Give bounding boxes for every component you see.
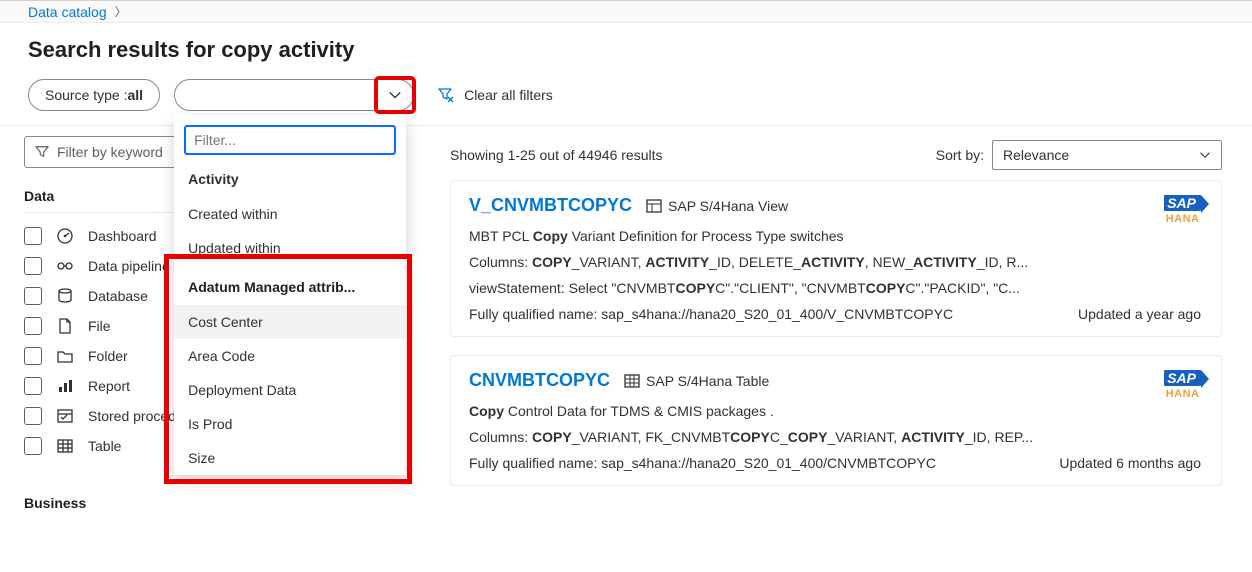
checkbox[interactable] [24,317,42,335]
sort-label: Sort by: [936,147,984,163]
result-card[interactable]: SAP HANA V_CNVMBTCOPYC SAP S/4Hana View … [450,180,1222,337]
table-icon [56,437,74,455]
source-type-value: all [128,87,144,103]
source-type-label: Source type : [45,87,128,103]
result-updated: Updated a year ago [1078,306,1201,322]
database-icon [56,287,74,305]
page-title: Search results for copy activity [0,23,1252,77]
result-kind: SAP S/4Hana Table [624,373,769,389]
view-icon [646,198,662,214]
sap-sub-label: HANA [1164,214,1201,225]
breadcrumb-root[interactable]: Data catalog [28,4,107,20]
checkbox[interactable] [24,437,42,455]
clear-filters-label: Clear all filters [464,87,553,103]
dropdown-item-size[interactable]: Size [174,441,406,475]
sap-sub-label: HANA [1164,389,1201,400]
checkbox[interactable] [24,257,42,275]
pipeline-icon [56,257,74,275]
table-icon [624,373,640,389]
checkbox[interactable] [24,227,42,245]
checkbox[interactable] [24,377,42,395]
dropdown-filter-input-wrap [184,125,396,155]
clear-all-filters[interactable]: Clear all filters [438,87,553,103]
result-description: MBT PCL Copy Variant Definition for Proc… [469,228,1203,244]
sap-badge: SAP HANA [1164,195,1201,225]
facet-label: Data pipeline [88,258,170,274]
result-columns: Columns: COPY_VARIANT, FK_CNVMBTCOPYC_CO… [469,429,1203,445]
result-title-link[interactable]: V_CNVMBTCOPYC [469,195,632,216]
checkbox[interactable] [24,347,42,365]
dropdown-item-area-code[interactable]: Area Code [174,339,406,373]
dropdown-item-is-prod[interactable]: Is Prod [174,407,406,441]
facet-business-header: Business [24,489,204,519]
report-icon [56,377,74,395]
filter-icon [35,145,49,159]
facet-label: Report [88,378,130,394]
breadcrumb: Data catalog 〉 [0,3,1252,20]
dropdown-filter-input[interactable] [194,132,386,148]
chevron-down-icon [1199,149,1211,161]
sort-value: Relevance [1003,147,1069,163]
chevron-right-icon: 〉 [115,3,127,20]
dropdown-item-deployment-data[interactable]: Deployment Data [174,373,406,407]
facet-label: Folder [88,348,128,364]
result-viewstatement: viewStatement: Select "CNVMBTCOPYC"."CLI… [469,280,1203,296]
dropdown-item-created-within[interactable]: Created within [174,197,406,231]
checkbox[interactable] [24,287,42,305]
result-title-link[interactable]: CNVMBTCOPYC [469,370,610,391]
result-columns: Columns: COPY_VARIANT, ACTIVITY_ID, DELE… [469,254,1203,270]
filter-dropdown-panel: Activity Created within Updated within A… [174,115,406,475]
dropdown-section-managed: Adatum Managed attrib... [174,265,406,305]
result-kind: SAP S/4Hana View [646,198,788,214]
sproc-icon [56,407,74,425]
result-kind-label: SAP S/4Hana Table [646,373,769,389]
sort-select[interactable]: Relevance [992,140,1222,170]
checkbox[interactable] [24,407,42,425]
filter-clear-icon [438,87,454,103]
dropdown-section-activity: Activity [174,165,406,197]
result-updated: Updated 6 months ago [1059,455,1201,471]
result-card[interactable]: SAP HANA CNVMBTCOPYC SAP S/4Hana Table C… [450,355,1222,486]
sap-badge: SAP HANA [1164,370,1201,400]
dropdown-item-cost-center[interactable]: Cost Center [174,305,406,339]
source-type-pill[interactable]: Source type : all [28,79,160,111]
folder-icon [56,347,74,365]
filters-row: Source type : all Activity Created withi… [0,77,1252,125]
facet-label: Table [88,438,121,454]
add-filter-pill[interactable] [174,79,414,111]
chevron-down-icon[interactable] [377,79,413,111]
file-icon [56,317,74,335]
facet-label: Database [88,288,148,304]
facet-label: Dashboard [88,228,157,244]
facet-label: File [88,318,111,334]
result-description: Copy Control Data for TDMS & CMIS packag… [469,403,1203,419]
dropdown-item-updated-within[interactable]: Updated within [174,231,406,265]
gauge-icon [56,227,74,245]
filter-keyword-placeholder: Filter by keyword [57,144,163,160]
result-kind-label: SAP S/4Hana View [668,198,788,214]
